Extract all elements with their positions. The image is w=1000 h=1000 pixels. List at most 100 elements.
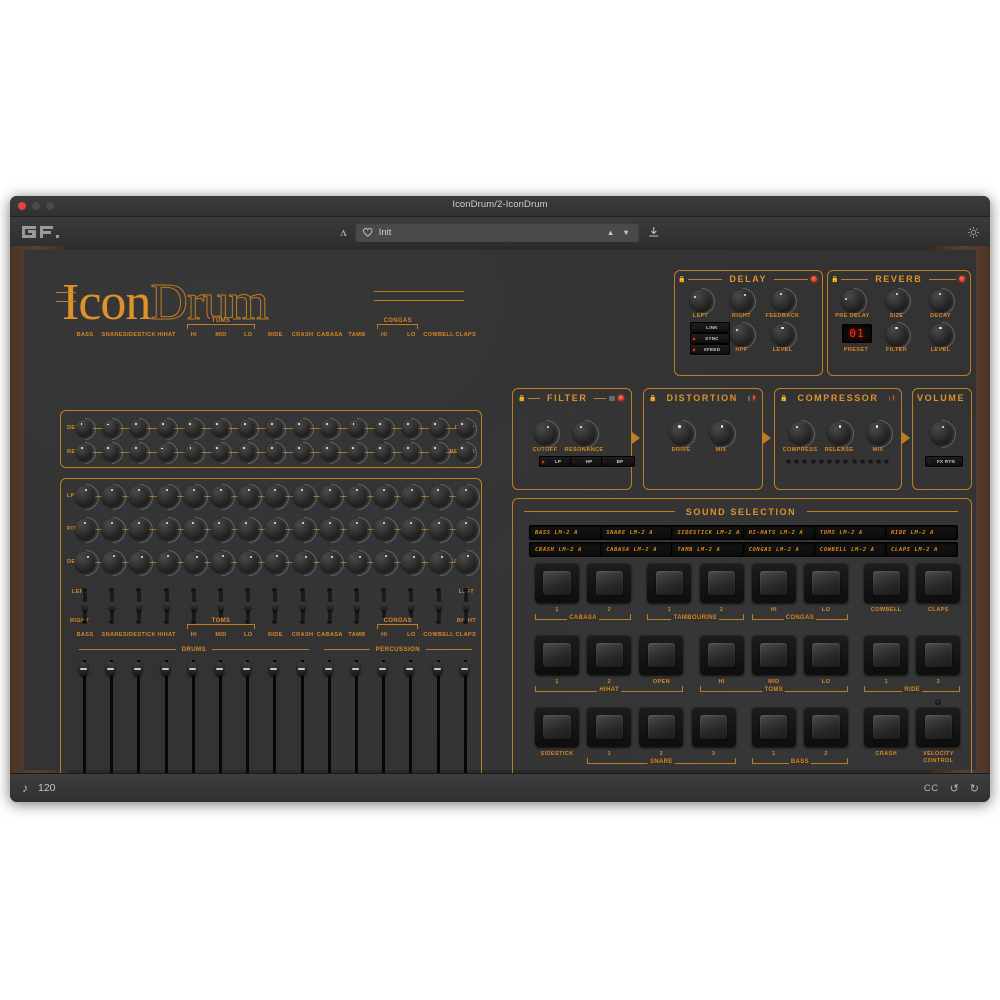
delay-knob-right[interactable] (731, 290, 752, 311)
fader-handle-3[interactable] (160, 662, 170, 677)
send-knob-reverb-3[interactable] (157, 444, 174, 460)
send-knob-delay-8[interactable] (293, 420, 310, 436)
sound-pad-2-5[interactable] (804, 707, 848, 747)
preset-next-icon[interactable]: ▼ (622, 228, 631, 237)
power-led[interactable] (892, 395, 894, 401)
fader-track-3[interactable] (164, 660, 168, 780)
sound-pad-2-2[interactable] (639, 707, 684, 747)
delay-toggle-sync[interactable]: SYNC (690, 333, 730, 344)
lock-icon[interactable]: 🔒 (831, 276, 838, 283)
pan-handle-14[interactable] (462, 601, 469, 611)
sound-pad-0-1[interactable] (587, 563, 632, 603)
filter-knob-resonance[interactable] (573, 422, 595, 444)
reverb-knob-size[interactable] (886, 290, 907, 311)
pan-handle-2[interactable] (136, 601, 143, 611)
delay-knob-left[interactable] (690, 290, 711, 311)
pan-handle-7[interactable] (272, 601, 279, 611)
fader-track-4[interactable] (191, 660, 195, 780)
sound-pad-1-6[interactable] (864, 635, 909, 675)
param-knob-decay-5[interactable] (211, 552, 231, 572)
fader-handle-11[interactable] (378, 662, 388, 677)
filter-mode-bp[interactable]: BP (601, 456, 635, 467)
param-knob-decay-8[interactable] (292, 552, 313, 572)
fader-track-9[interactable] (327, 660, 331, 780)
sound-display-7[interactable]: CABASA LM-2 A (600, 542, 674, 557)
send-knob-delay-0[interactable] (76, 420, 92, 436)
param-knob-lphp-4[interactable] (183, 486, 204, 506)
sound-pad-1-5[interactable] (804, 635, 848, 675)
sound-pad-0-7[interactable] (916, 563, 961, 603)
param-knob-pitch-4[interactable] (183, 519, 204, 539)
send-knob-reverb-0[interactable] (76, 444, 92, 460)
power-led[interactable] (618, 395, 625, 401)
sound-pad-1-4[interactable] (751, 635, 796, 675)
sound-display-2[interactable]: SIDESTICK LM-2 A (671, 525, 745, 540)
param-knob-pitch-5[interactable] (211, 519, 231, 539)
param-knob-decay-0[interactable] (75, 552, 95, 572)
param-knob-lphp-10[interactable] (347, 486, 367, 506)
lock-icon[interactable]: 🔒 (518, 395, 525, 402)
menu-icon[interactable] (888, 395, 890, 401)
sound-pad-0-4[interactable] (751, 563, 796, 603)
filter-knob-cutoff[interactable] (534, 422, 556, 444)
sound-display-5[interactable]: RIDE LM-2 A (885, 525, 958, 540)
fader-handle-4[interactable] (187, 662, 197, 677)
fader-handle-6[interactable] (242, 662, 252, 677)
sound-pad-2-1[interactable] (587, 707, 632, 747)
sound-display-3[interactable]: HI-HATS LM-2 A (742, 525, 816, 540)
fader-track-6[interactable] (246, 660, 250, 780)
send-knob-delay-4[interactable] (184, 420, 201, 436)
pan-handle-13[interactable] (435, 601, 442, 611)
sound-pad-2-3[interactable] (691, 707, 736, 747)
send-knob-delay-13[interactable] (429, 420, 446, 436)
fader-handle-5[interactable] (215, 662, 224, 677)
sound-display-9[interactable]: CONGAS LM-2 A (742, 542, 816, 557)
sound-pad-2-7[interactable] (916, 707, 961, 747)
pan-handle-4[interactable] (190, 601, 197, 611)
fader-track-2[interactable] (137, 660, 141, 780)
fader-track-5[interactable] (219, 660, 222, 780)
param-knob-pitch-13[interactable] (428, 519, 449, 539)
delay-toggle-xfeed[interactable]: XFEED (690, 344, 730, 355)
redo-icon[interactable]: ↻ (970, 782, 979, 795)
param-knob-lphp-5[interactable] (211, 486, 231, 506)
sound-display-4[interactable]: TOMS LM-2 A (813, 525, 887, 540)
param-knob-pitch-3[interactable] (156, 519, 177, 539)
reverb-knob-filter[interactable] (886, 324, 907, 345)
fader-track-13[interactable] (436, 660, 440, 780)
send-knob-delay-3[interactable] (157, 420, 174, 436)
param-knob-decay-10[interactable] (347, 552, 367, 572)
cc-label[interactable]: CC (924, 783, 939, 794)
power-led[interactable] (752, 395, 755, 401)
sound-display-0[interactable]: BASS LM-2 A (529, 525, 602, 540)
fader-handle-1[interactable] (106, 662, 116, 677)
param-knob-pitch-10[interactable] (347, 519, 367, 539)
fader-track-7[interactable] (273, 660, 277, 780)
param-knob-lphp-9[interactable] (319, 486, 340, 506)
param-knob-decay-3[interactable] (156, 552, 177, 572)
heart-icon[interactable] (362, 227, 373, 237)
sound-pad-0-3[interactable] (699, 563, 744, 603)
send-knob-delay-5[interactable] (212, 420, 228, 436)
sound-pad-1-3[interactable] (699, 635, 744, 675)
send-knob-delay-9[interactable] (320, 420, 337, 436)
filter-mode-hp[interactable]: HP (570, 456, 604, 467)
param-knob-lphp-13[interactable] (428, 486, 449, 506)
param-knob-lphp-8[interactable] (292, 486, 313, 506)
fader-track-12[interactable] (409, 660, 413, 780)
fader-track-1[interactable] (110, 660, 114, 780)
sound-pad-0-2[interactable] (647, 563, 692, 603)
sound-pad-1-1[interactable] (587, 635, 632, 675)
sound-pad-1-0[interactable] (535, 635, 579, 675)
pan-handle-6[interactable] (245, 601, 252, 611)
sound-display-10[interactable]: COWBELL LM-2 A (813, 542, 887, 557)
send-knob-reverb-9[interactable] (320, 444, 337, 460)
delay-knob-level[interactable] (772, 324, 793, 345)
send-knob-delay-14[interactable] (456, 420, 473, 436)
send-knob-reverb-4[interactable] (184, 444, 201, 460)
reverb-knob-level[interactable] (930, 324, 951, 345)
send-knob-reverb-10[interactable] (348, 444, 364, 460)
power-led[interactable] (959, 276, 965, 282)
volume-knob[interactable] (930, 422, 952, 444)
sound-pad-2-0[interactable] (535, 707, 579, 747)
